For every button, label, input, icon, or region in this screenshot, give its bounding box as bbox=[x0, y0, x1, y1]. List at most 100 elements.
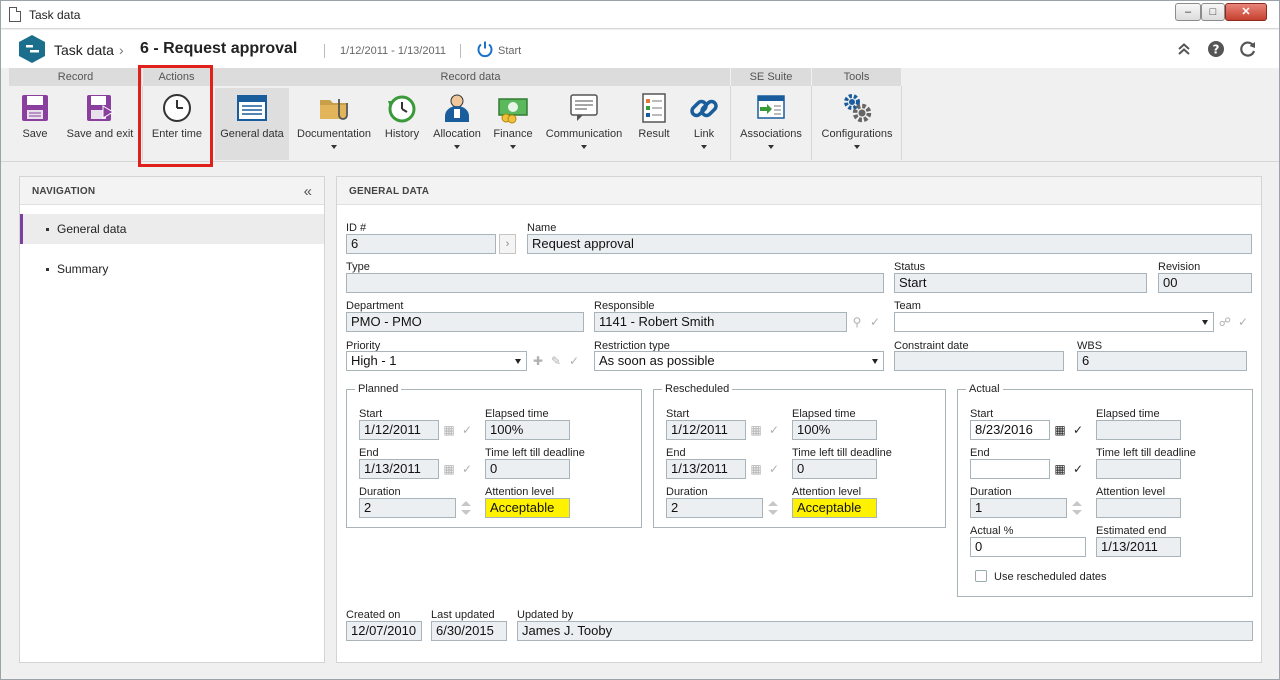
calendar-icon[interactable]: ▦ bbox=[1052, 461, 1068, 477]
calendar-icon[interactable]: ▦ bbox=[1052, 422, 1068, 438]
navigation-header: NAVIGATION bbox=[20, 177, 324, 205]
app-logo-icon bbox=[19, 35, 45, 63]
binoculars-icon[interactable]: ☍ bbox=[1217, 314, 1233, 330]
checklist-icon bbox=[642, 93, 666, 123]
save-button[interactable]: Save bbox=[13, 88, 57, 160]
save-label: Save bbox=[22, 128, 48, 140]
documentation-button[interactable]: Documentation bbox=[295, 88, 373, 160]
restriction-type-select[interactable]: As soon as possible bbox=[594, 351, 884, 371]
start-action-label[interactable]: Start bbox=[498, 45, 521, 57]
link-button[interactable]: Link bbox=[683, 88, 725, 160]
configurations-button[interactable]: Configurations bbox=[816, 88, 898, 160]
maximize-button[interactable]: □ bbox=[1201, 3, 1225, 21]
collapse-left-icon[interactable]: « bbox=[304, 183, 312, 200]
duration-stepper[interactable] bbox=[765, 498, 781, 518]
finance-button[interactable]: Finance bbox=[489, 88, 537, 160]
updated-by-field[interactable]: James J. Tooby bbox=[517, 621, 1253, 641]
rescheduled-end-field[interactable]: 1/13/2011 bbox=[666, 459, 746, 479]
planned-start-field[interactable]: 1/12/2011 bbox=[359, 420, 439, 440]
planned-end-field[interactable]: 1/13/2011 bbox=[359, 459, 439, 479]
rescheduled-end-label: End bbox=[666, 447, 686, 459]
eraser-icon[interactable]: ✓ bbox=[766, 422, 782, 438]
revision-field[interactable]: 00 bbox=[1158, 273, 1252, 293]
actual-elapsed-field[interactable] bbox=[1096, 420, 1181, 440]
communication-button[interactable]: Communication bbox=[543, 88, 625, 160]
estimated-end-field[interactable]: 1/13/2011 bbox=[1096, 537, 1181, 557]
add-icon[interactable]: ✚ bbox=[530, 353, 546, 369]
general-data-button[interactable]: General data bbox=[215, 88, 289, 160]
actual-attention-field[interactable] bbox=[1096, 498, 1181, 518]
rescheduled-attention-field[interactable]: Acceptable bbox=[792, 498, 877, 518]
refresh-icon[interactable] bbox=[1239, 40, 1257, 58]
created-on-label: Created on bbox=[346, 609, 401, 621]
rescheduled-start-field[interactable]: 1/12/2011 bbox=[666, 420, 746, 440]
module-label[interactable]: Task data bbox=[54, 42, 114, 58]
actual-time-left-label: Time left till deadline bbox=[1096, 447, 1196, 459]
planned-duration-field[interactable]: 2 bbox=[359, 498, 456, 518]
eraser-icon[interactable]: ✓ bbox=[766, 461, 782, 477]
eraser-icon[interactable]: ✓ bbox=[867, 314, 883, 330]
search-icon[interactable]: ⚲ bbox=[849, 314, 865, 330]
close-button[interactable]: ✕ bbox=[1225, 3, 1267, 21]
status-field[interactable]: Start bbox=[894, 273, 1147, 293]
history-button[interactable]: History bbox=[379, 88, 425, 160]
eraser-icon[interactable]: ✓ bbox=[566, 353, 582, 369]
planned-elapsed-field[interactable]: 100% bbox=[485, 420, 570, 440]
save-and-exit-button[interactable]: Save and exit bbox=[63, 88, 137, 160]
estimated-end-label: Estimated end bbox=[1096, 525, 1167, 537]
actual-end-field[interactable] bbox=[970, 459, 1050, 479]
actual-end-label: End bbox=[970, 447, 990, 459]
actual-duration-field[interactable]: 1 bbox=[970, 498, 1067, 518]
allocation-button[interactable]: Allocation bbox=[431, 88, 483, 160]
minimize-button[interactable]: – bbox=[1175, 3, 1201, 21]
nav-item-summary[interactable]: Summary bbox=[20, 254, 324, 284]
planned-time-left-field[interactable]: 0 bbox=[485, 459, 570, 479]
team-select[interactable] bbox=[894, 312, 1214, 332]
edit-icon[interactable]: ✎ bbox=[548, 353, 564, 369]
eraser-icon[interactable]: ✓ bbox=[1235, 314, 1251, 330]
svg-text:?: ? bbox=[1213, 43, 1220, 57]
rescheduled-elapsed-field[interactable]: 100% bbox=[792, 420, 877, 440]
eraser-icon[interactable]: ✓ bbox=[459, 422, 475, 438]
actual-elapsed-label: Elapsed time bbox=[1096, 408, 1160, 420]
eraser-icon[interactable]: ✓ bbox=[1070, 422, 1086, 438]
nav-item-general-data[interactable]: General data bbox=[20, 214, 324, 244]
actual-time-left-field[interactable] bbox=[1096, 459, 1181, 479]
responsible-field[interactable]: 1141 - Robert Smith bbox=[594, 312, 847, 332]
calendar-icon[interactable]: ▦ bbox=[748, 461, 764, 477]
power-icon[interactable] bbox=[476, 40, 494, 58]
type-field[interactable] bbox=[346, 273, 884, 293]
chevron-right-icon[interactable]: › bbox=[499, 234, 516, 254]
calendar-icon[interactable]: ▦ bbox=[441, 422, 457, 438]
last-updated-field[interactable]: 6/30/2015 bbox=[431, 621, 507, 641]
actual-fieldset: Actual Start 8/23/2016 ▦ ✓ Elapsed time … bbox=[957, 383, 1253, 597]
rescheduled-time-left-field[interactable]: 0 bbox=[792, 459, 877, 479]
help-icon[interactable]: ? bbox=[1207, 40, 1225, 58]
priority-select[interactable]: High - 1 bbox=[346, 351, 527, 371]
calendar-icon[interactable]: ▦ bbox=[441, 461, 457, 477]
group-record: Record bbox=[9, 68, 143, 86]
department-field[interactable]: PMO - PMO bbox=[346, 312, 584, 332]
eraser-icon[interactable]: ✓ bbox=[459, 461, 475, 477]
name-field[interactable]: Request approval bbox=[527, 234, 1252, 254]
use-rescheduled-label: Use rescheduled dates bbox=[994, 571, 1107, 583]
actual-percent-field[interactable]: 0 bbox=[970, 537, 1086, 557]
collapse-up-icon[interactable] bbox=[1175, 40, 1193, 58]
planned-attention-field[interactable]: Acceptable bbox=[485, 498, 570, 518]
actual-percent-label: Actual % bbox=[970, 525, 1014, 537]
associations-button[interactable]: Associations bbox=[735, 88, 807, 160]
planned-time-left-label: Time left till deadline bbox=[485, 447, 585, 459]
actual-start-field[interactable]: 8/23/2016 bbox=[970, 420, 1050, 440]
calendar-icon[interactable]: ▦ bbox=[748, 422, 764, 438]
created-on-field[interactable]: 12/07/2010 bbox=[346, 621, 422, 641]
rescheduled-legend: Rescheduled bbox=[662, 383, 733, 395]
id-field[interactable]: 6 bbox=[346, 234, 496, 254]
eraser-icon[interactable]: ✓ bbox=[1070, 461, 1086, 477]
result-button[interactable]: Result bbox=[631, 88, 677, 160]
rescheduled-duration-field[interactable]: 2 bbox=[666, 498, 763, 518]
use-rescheduled-checkbox[interactable] bbox=[975, 570, 987, 582]
duration-stepper[interactable] bbox=[458, 498, 474, 518]
duration-stepper[interactable] bbox=[1069, 498, 1085, 518]
wbs-field[interactable]: 6 bbox=[1077, 351, 1247, 371]
constraint-date-field[interactable] bbox=[894, 351, 1064, 371]
